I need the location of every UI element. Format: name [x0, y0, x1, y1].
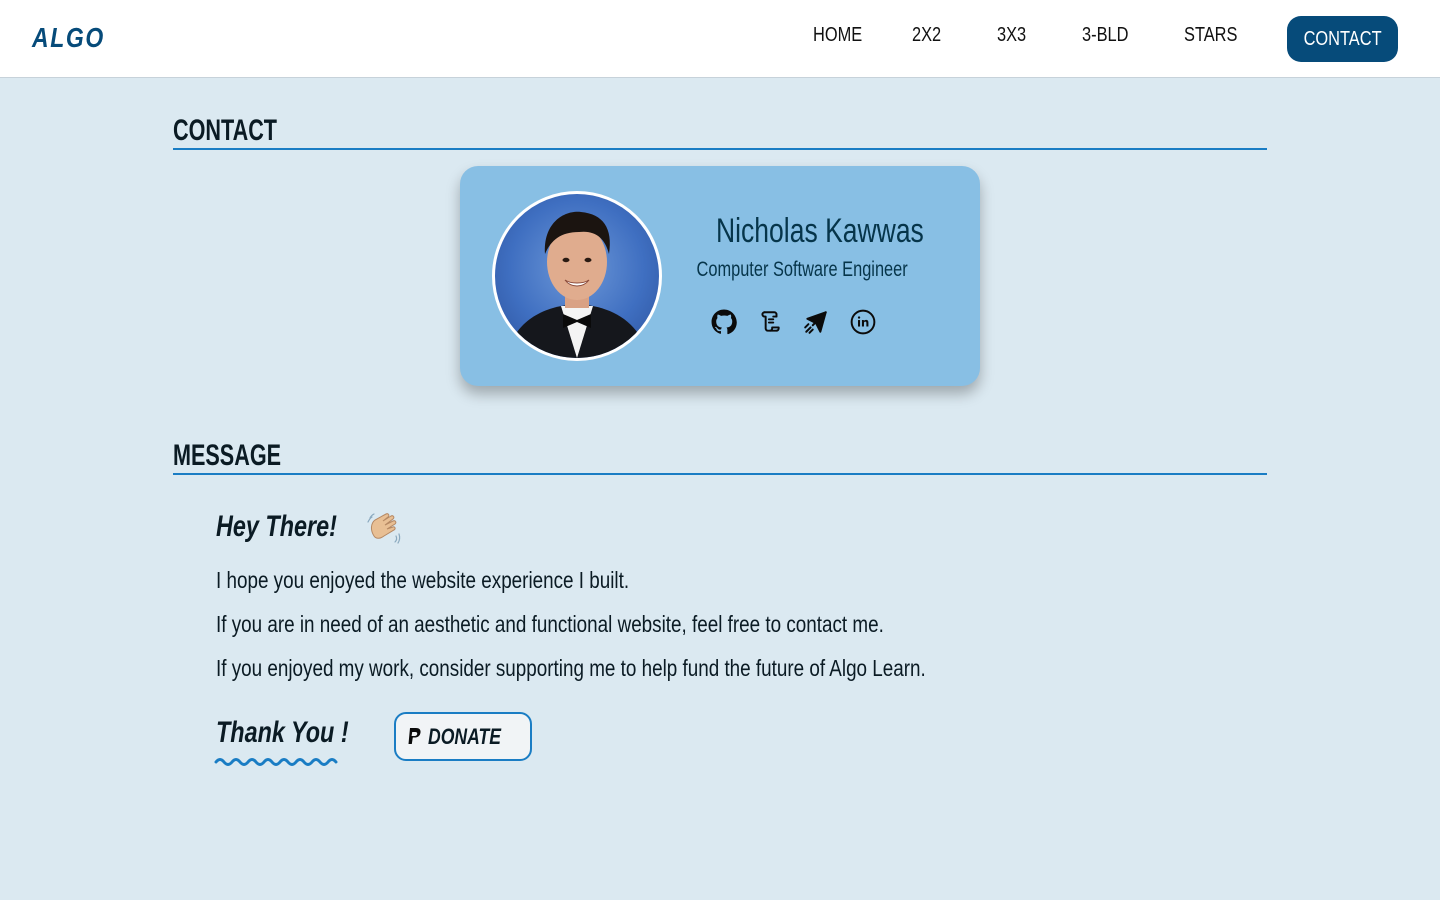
message-line-1: I hope you enjoyed the website experienc… [216, 567, 630, 593]
donate-label: DONATE [428, 723, 502, 749]
avatar-portrait [505, 211, 649, 358]
waving-hand-icon [367, 513, 401, 544]
donate-button[interactable]: DONATE [394, 712, 532, 761]
contact-section-title: CONTACT [173, 114, 277, 147]
squiggle-underline [214, 758, 338, 766]
greeting-heading: Hey There! [216, 510, 337, 543]
profile-avatar [492, 191, 662, 361]
linkedin-icon[interactable] [849, 308, 877, 336]
thank-you-text: Thank You ! [216, 716, 349, 749]
message-line-3: If you enjoyed my work, consider support… [216, 655, 926, 681]
nav-contact-label: CONTACT [1303, 27, 1382, 50]
profile-name: Nicholas Kawwas [716, 212, 924, 250]
nav-link-home[interactable]: HOME [813, 24, 862, 47]
github-icon[interactable] [710, 308, 738, 336]
site-logo[interactable]: ALGO [32, 22, 105, 54]
paper-plane-icon[interactable] [802, 308, 830, 336]
contact-section-header: CONTACT [173, 114, 1267, 150]
paypal-icon [408, 727, 421, 744]
resume-scroll-icon[interactable] [756, 308, 784, 336]
nav-link-3x3[interactable]: 3X3 [997, 24, 1026, 47]
nav-link-3-bld[interactable]: 3-BLD [1082, 24, 1128, 47]
nav-link-2x2[interactable]: 2X2 [912, 24, 941, 47]
message-section-header: MESSAGE [173, 439, 1267, 475]
nav-contact-button[interactable]: CONTACT [1287, 16, 1398, 62]
profile-card: Nicholas Kawwas Computer Software Engine… [460, 166, 980, 386]
message-section-title: MESSAGE [173, 439, 282, 472]
message-line-2: If you are in need of an aesthetic and f… [216, 611, 884, 637]
top-navbar: ALGO HOME 2X2 3X3 3-BLD STARS CONTACT [0, 0, 1440, 78]
nav-link-stars[interactable]: STARS [1184, 24, 1237, 47]
profile-role: Computer Software Engineer [696, 258, 908, 281]
social-links [710, 308, 880, 338]
